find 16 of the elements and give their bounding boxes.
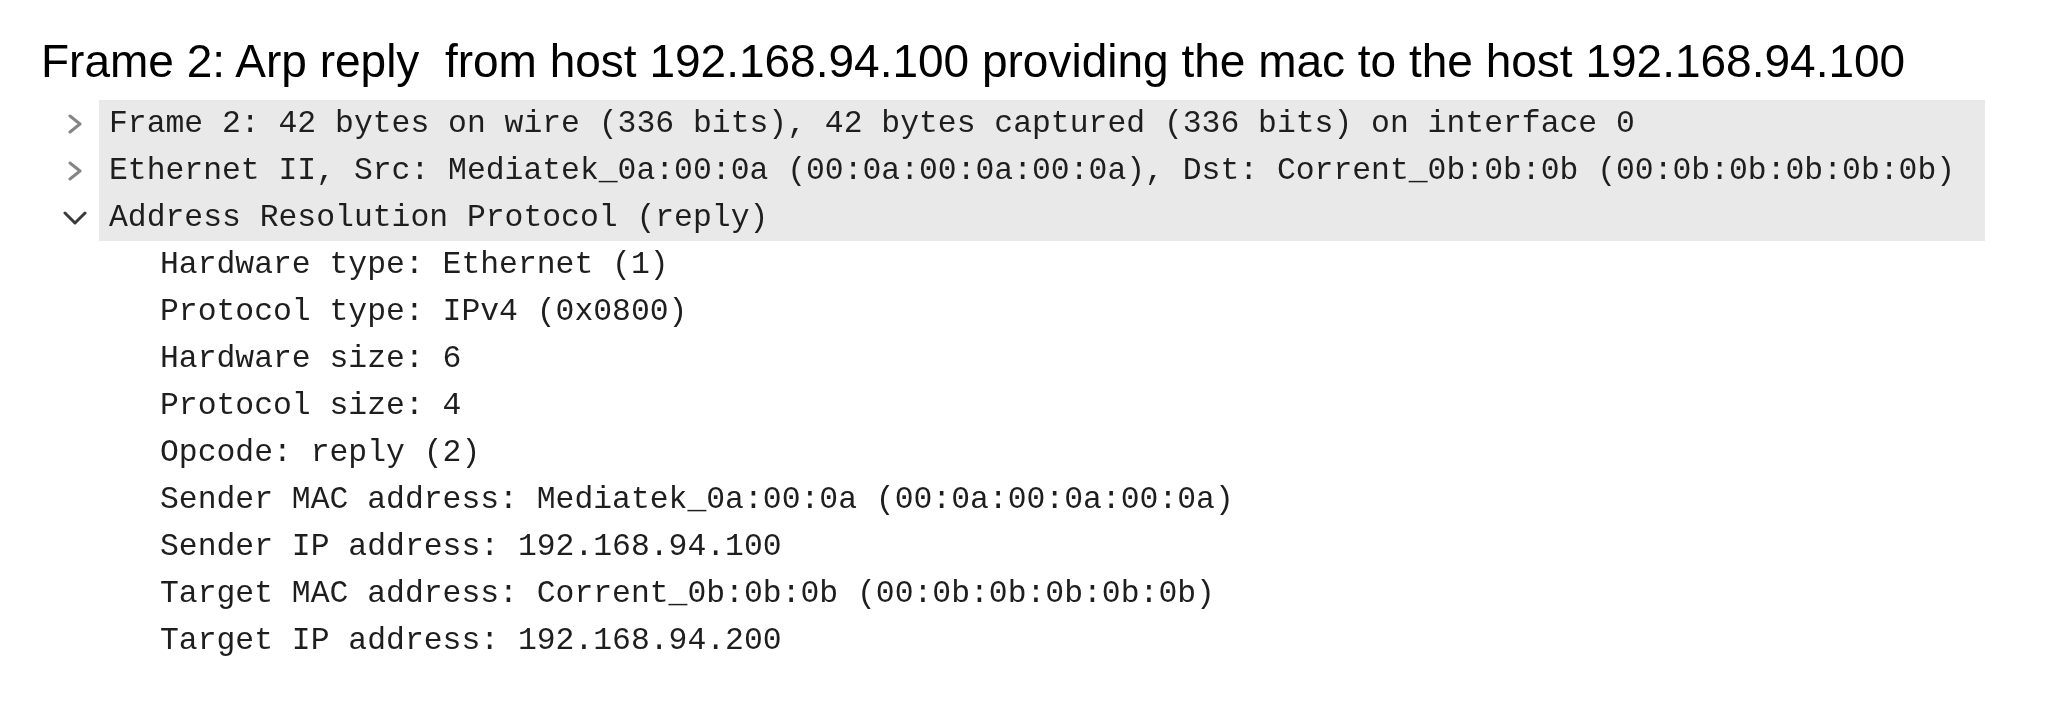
tree-row[interactable]: Ethernet II, Src: Mediatek_0a:00:0a (00:0a:00:0a:00:0a), Dst: Corrent_0b:0b:0b (00:0b:0b:0b:0b:0b): [99, 147, 1985, 194]
field-row[interactable]: Opcode: reply (2): [160, 429, 481, 476]
field-row[interactable]: Sender MAC address: Mediatek_0a:00:0a (00:0a:00:0a:00:0a): [160, 476, 1234, 523]
chevron-right-icon[interactable]: [68, 160, 82, 181]
field-row[interactable]: Protocol type: IPv4 (0x0800): [160, 288, 688, 335]
field-row[interactable]: Target IP address: 192.168.94.200: [160, 617, 782, 664]
field-row[interactable]: Hardware size: 6: [160, 335, 462, 382]
chevron-right-icon[interactable]: [68, 113, 82, 134]
field-row[interactable]: Hardware type: Ethernet (1): [160, 241, 669, 288]
field-row[interactable]: Protocol size: 4: [160, 382, 462, 429]
page-heading: Frame 2: Arp reply from host 192.168.94.100 providing the mac to the host 192.168.94.100: [41, 35, 1906, 88]
tree-row[interactable]: Frame 2: 42 bytes on wire (336 bits), 42 bytes captured (336 bits) on interface 0: [99, 100, 1985, 147]
chevron-down-icon[interactable]: [63, 210, 87, 225]
field-row[interactable]: Sender IP address: 192.168.94.100: [160, 523, 782, 570]
field-row[interactable]: Target MAC address: Corrent_0b:0b:0b (00:0b:0b:0b:0b:0b): [160, 570, 1215, 617]
tree-row[interactable]: Address Resolution Protocol (reply): [99, 194, 1985, 241]
